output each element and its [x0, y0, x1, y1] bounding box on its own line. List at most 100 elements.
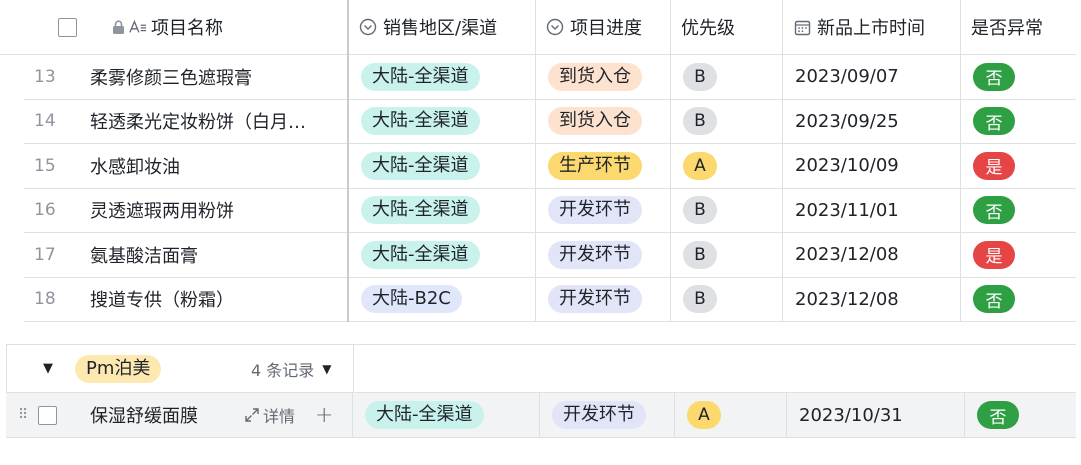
- progress-tag: 开发环节: [552, 401, 646, 429]
- table-row[interactable]: 13 柔雾修颜三色遮瑕膏 大陆-全渠道 到货入仓 B 2023/09/07 否: [0, 55, 1076, 100]
- table-header: 项目名称 销售地区/渠道 项目进度 优先级 新品上市时间 是否异常: [0, 0, 1076, 55]
- header-name[interactable]: 项目名称: [24, 0, 349, 54]
- cell-priority[interactable]: A: [674, 392, 786, 438]
- cell-abnormal[interactable]: 否: [964, 392, 1076, 438]
- cell-progress[interactable]: 到货入仓: [536, 99, 671, 144]
- frozen-column-divider[interactable]: [347, 0, 349, 322]
- cell-name[interactable]: 17 氨基酸洁面膏: [24, 233, 349, 278]
- cell-name[interactable]: 13 柔雾修颜三色遮瑕膏: [24, 55, 349, 100]
- cell-date[interactable]: 2023/09/25: [783, 99, 961, 144]
- row-name: 柔雾修颜三色遮瑕膏: [90, 67, 252, 89]
- cell-abnormal[interactable]: 是: [961, 233, 1076, 278]
- group-record-count[interactable]: 4 条记录 ▼: [251, 357, 332, 381]
- region-tag: 大陆-全渠道: [361, 196, 480, 225]
- header-priority[interactable]: 优先级: [671, 0, 783, 54]
- cell-date[interactable]: 2023/12/08: [783, 233, 961, 278]
- single-select-icon: [546, 18, 564, 36]
- expand-detail-button[interactable]: 详情: [244, 403, 295, 427]
- cell-progress[interactable]: 开发环节: [536, 233, 671, 278]
- abnormal-badge: 否: [977, 401, 1019, 429]
- row-gutter: [0, 278, 24, 323]
- cell-priority[interactable]: B: [671, 188, 783, 233]
- single-select-icon: [359, 18, 377, 36]
- group-gap: [0, 322, 1081, 344]
- cell-date[interactable]: 2023/10/31: [786, 392, 964, 438]
- group-count-label: 4 条记录: [251, 360, 315, 380]
- chevron-down-icon[interactable]: ▼: [322, 362, 331, 376]
- launch-date: 2023/09/07: [795, 66, 899, 88]
- header-launch-label: 新品上市时间: [817, 18, 925, 39]
- cell-region[interactable]: 大陆-全渠道: [349, 233, 536, 278]
- priority-badge: B: [683, 62, 717, 91]
- region-tag: 大陆-全渠道: [365, 401, 484, 429]
- region-tag: 大陆-全渠道: [361, 151, 480, 180]
- cell-region[interactable]: 大陆-全渠道: [352, 392, 539, 438]
- abnormal-badge: 是: [973, 151, 1015, 180]
- drag-handle-icon[interactable]: ⠿: [18, 408, 28, 422]
- collapse-caret-icon[interactable]: ▼: [43, 361, 57, 376]
- cell-date[interactable]: 2023/12/08: [783, 277, 961, 322]
- row-name: 水感卸妆油: [90, 156, 180, 178]
- cell-abnormal[interactable]: 是: [961, 144, 1076, 189]
- cell-name[interactable]: 18 搜道专供（粉霜）: [24, 277, 349, 322]
- cell-region[interactable]: 大陆-B2C: [349, 277, 536, 322]
- row-checkbox[interactable]: [38, 405, 57, 425]
- cell-region[interactable]: 大陆-全渠道: [349, 188, 536, 233]
- cell-abnormal[interactable]: 否: [961, 55, 1076, 100]
- row-gutter: [0, 189, 24, 234]
- cell-progress[interactable]: 开发环节: [536, 277, 671, 322]
- row-index: 15: [34, 155, 56, 176]
- region-tag: 大陆-全渠道: [361, 240, 480, 269]
- table-row[interactable]: 18 搜道专供（粉霜） 大陆-B2C 开发环节 B 2023/12/08 否: [0, 277, 1076, 323]
- cell-region[interactable]: 大陆-全渠道: [349, 99, 536, 144]
- table-row[interactable]: 15 水感卸妆油 大陆-全渠道 生产环节 A 2023/10/09 是: [0, 144, 1076, 189]
- cell-date[interactable]: 2023/09/07: [783, 55, 961, 100]
- table-row[interactable]: 14 轻透柔光定妆粉饼（白月… 大陆-全渠道 到货入仓 B 2023/09/25 否: [0, 99, 1076, 144]
- add-icon[interactable]: +: [315, 403, 333, 428]
- cell-date[interactable]: 2023/11/01: [783, 188, 961, 233]
- cell-progress[interactable]: 开发环节: [536, 188, 671, 233]
- cell-region[interactable]: 大陆-全渠道: [349, 144, 536, 189]
- header-abnormal[interactable]: 是否异常: [961, 0, 1076, 54]
- cell-progress[interactable]: 到货入仓: [536, 55, 671, 100]
- right-edge: [1076, 0, 1081, 465]
- detail-label: 详情: [263, 407, 296, 426]
- cell-priority[interactable]: B: [671, 99, 783, 144]
- header-launch[interactable]: 新品上市时间: [783, 0, 961, 54]
- cell-date[interactable]: 2023/10/09: [783, 144, 961, 189]
- row-gutter: [0, 144, 24, 189]
- launch-date: 2023/12/08: [795, 288, 899, 310]
- table-row[interactable]: 17 氨基酸洁面膏 大陆-全渠道 开发环节 B 2023/12/08 是: [0, 233, 1076, 278]
- header-region[interactable]: 销售地区/渠道: [349, 0, 536, 54]
- progress-tag: 生产环节: [548, 151, 642, 180]
- abnormal-badge: 否: [973, 196, 1015, 225]
- launch-date: 2023/12/08: [795, 244, 899, 266]
- table-row[interactable]: 16 灵透遮瑕两用粉饼 大陆-全渠道 开发环节 B 2023/11/01 否: [0, 188, 1076, 234]
- data-table: 项目名称 销售地区/渠道 项目进度 优先级 新品上市时间 是否异常 13 柔雾修颜: [0, 0, 1076, 322]
- cell-abnormal[interactable]: 否: [961, 189, 1076, 233]
- cell-name[interactable]: 16 灵透遮瑕两用粉饼: [24, 188, 349, 233]
- cell-priority[interactable]: A: [671, 144, 783, 189]
- cell-abnormal[interactable]: 否: [961, 278, 1076, 322]
- select-all-checkbox[interactable]: [58, 17, 77, 37]
- table-row[interactable]: ⠿ 保湿舒缓面膜 详情 + 大陆-全渠道 开发环节 A 2023/10/31 否: [6, 392, 1076, 438]
- header-progress[interactable]: 项目进度: [536, 0, 671, 54]
- cell-abnormal[interactable]: 否: [961, 100, 1076, 144]
- cell-priority[interactable]: B: [671, 233, 783, 278]
- cell-progress[interactable]: 开发环节: [539, 392, 674, 438]
- group-header[interactable]: ▼ Pm泊美 4 条记录 ▼: [6, 344, 1076, 393]
- progress-tag: 开发环节: [548, 240, 642, 269]
- cell-region[interactable]: 大陆-全渠道: [349, 55, 536, 100]
- abnormal-badge: 是: [973, 240, 1015, 269]
- cell-name[interactable]: 15 水感卸妆油: [24, 144, 349, 189]
- row-name: 灵透遮瑕两用粉饼: [90, 201, 234, 223]
- cell-priority[interactable]: B: [671, 55, 783, 100]
- region-tag: 大陆-B2C: [361, 285, 462, 314]
- priority-badge: B: [683, 285, 717, 314]
- cell-name[interactable]: 14 轻透柔光定妆粉饼（白月…: [24, 99, 349, 144]
- priority-badge: B: [683, 240, 717, 269]
- launch-date: 2023/09/25: [795, 110, 899, 132]
- priority-badge: A: [683, 151, 717, 180]
- cell-progress[interactable]: 生产环节: [536, 144, 671, 189]
- cell-priority[interactable]: B: [671, 277, 783, 322]
